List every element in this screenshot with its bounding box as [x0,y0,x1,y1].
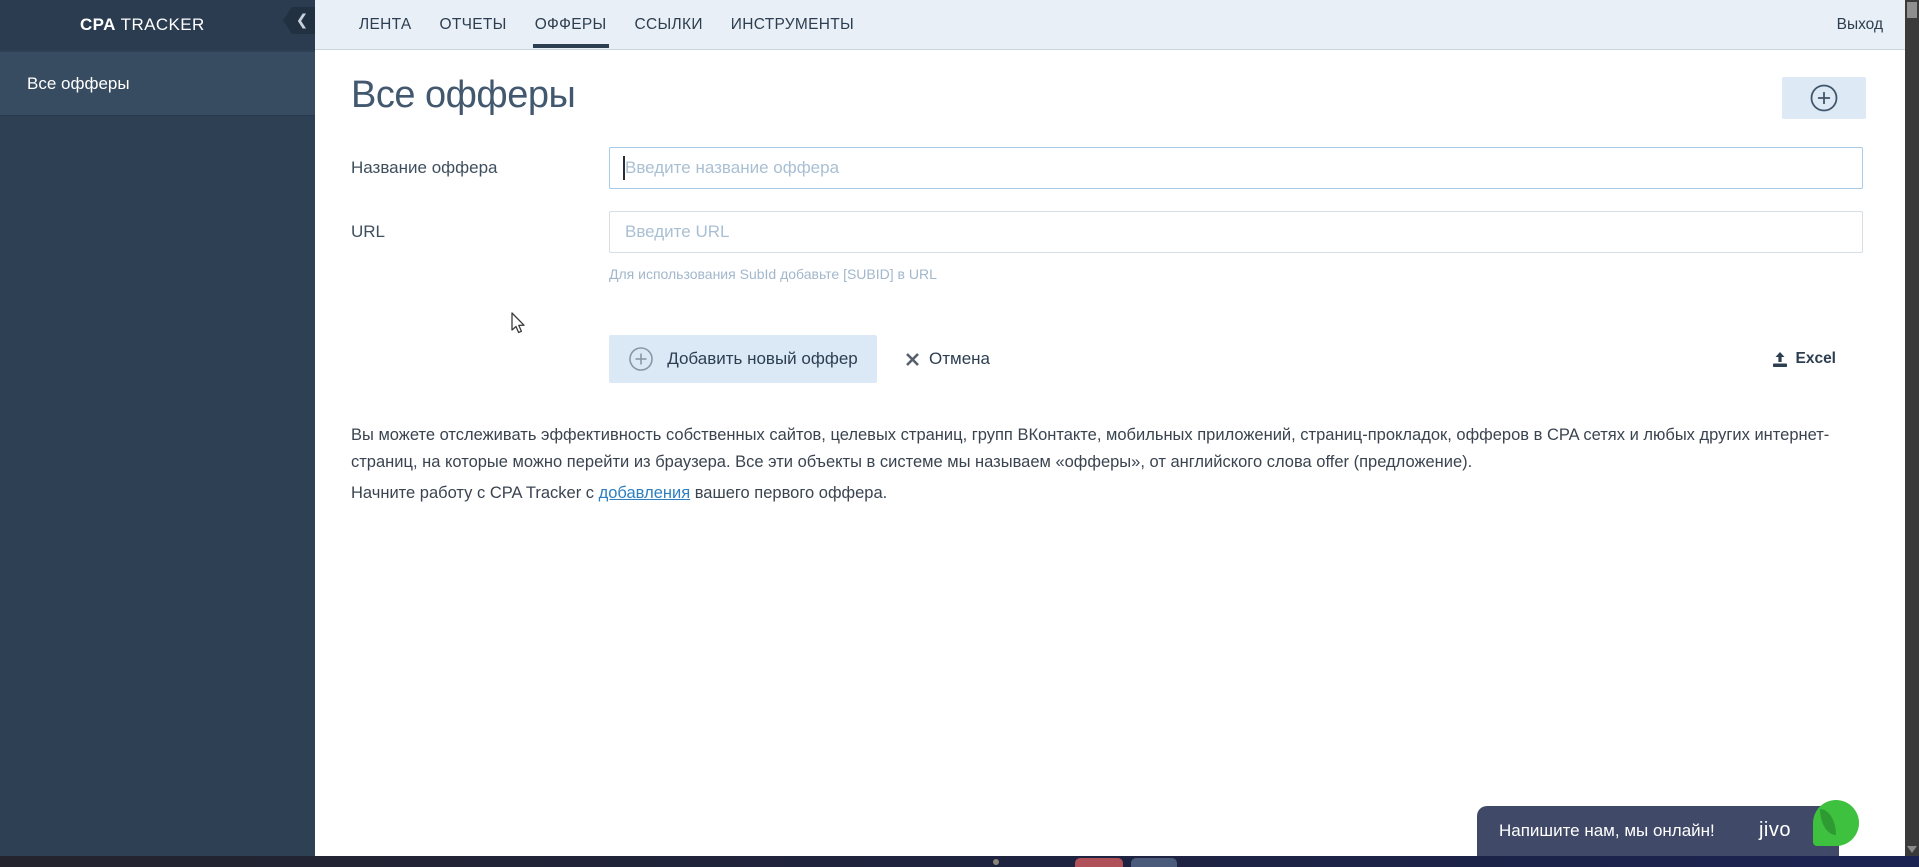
cancel-label: Отмена [929,349,990,368]
sidebar-item-label: Все офферы [27,73,130,93]
chat-message: Напишите нам, мы онлайн! [1499,821,1715,840]
scrollbar-thumb[interactable] [1907,2,1917,18]
add-new-offer-button[interactable]: Добавить новый оффер [609,335,877,383]
nav-tabs: ЛЕНТА ОТЧЕТЫ ОФФЕРЫ ССЫЛКИ ИНСТРУМЕНТЫ [345,0,868,49]
excel-label: Excel [1795,350,1836,367]
chat-widget[interactable]: Напишите нам, мы онлайн! jivo [1477,806,1839,856]
main-content: Все офферы Название оффера URL Для испол… [315,50,1905,867]
app-logo-rest: TRACKER [115,15,205,34]
app-logo: CPA TRACKER [80,15,205,35]
add-offer-toggle-button[interactable] [1782,77,1866,119]
intro-paragraph: Вы можете отслеживать эффективность собс… [351,426,1830,471]
tab-lenta[interactable]: ЛЕНТА [345,0,426,49]
add-offer-link[interactable]: добавления [599,484,691,502]
taskbar-app-red[interactable] [1075,858,1123,867]
tab-ssylki[interactable]: ССЫЛКИ [621,0,717,49]
jivo-logo: jivo [1758,819,1791,841]
tab-instrumenty[interactable]: ИНСТРУМЕНТЫ [717,0,868,49]
taskbar-dot [993,859,999,865]
page-title: Все офферы [351,74,576,116]
get-started-after: вашего первого оффера. [690,484,888,502]
url-input[interactable] [609,211,1863,253]
app-window: CPA TRACKER ❮ ЛЕНТА ОТЧЕТЫ ОФФЕРЫ ССЫЛКИ… [0,0,1919,867]
sidebar-item-all-offers[interactable]: Все офферы [0,52,315,116]
tab-offery[interactable]: ОФФЕРЫ [521,0,621,49]
top-navigation: ЛЕНТА ОТЧЕТЫ ОФФЕРЫ ССЫЛКИ ИНСТРУМЕНТЫ В… [315,0,1905,50]
upload-icon [1773,351,1788,367]
add-new-offer-label: Добавить новый оффер [667,349,858,368]
url-label: URL [351,222,386,241]
logout-link[interactable]: Выход [1837,16,1883,34]
topbar-brand-area: CPA TRACKER ❮ [0,0,315,50]
taskbar-app-blue[interactable] [1131,858,1177,867]
tab-otchety[interactable]: ОТЧЕТЫ [426,0,521,49]
taskbar [0,856,1919,867]
offer-name-label: Название оффера [351,158,498,177]
subid-hint: Для использования SubId добавьте [SUBID]… [609,266,937,282]
jivo-leaf-icon[interactable] [1813,800,1859,846]
scrollbar-down-arrow-icon[interactable] [1907,846,1917,853]
plus-circle-icon [629,347,654,371]
cancel-button[interactable]: Отмена [905,346,990,372]
text-caret [623,156,625,180]
chevron-left-icon: ❮ [295,12,309,29]
close-icon [906,352,919,366]
sidebar-collapse-button[interactable]: ❮ [283,7,315,34]
get-started-before: Начните работу с CPA Tracker с [351,484,599,502]
plus-circle-icon [1810,84,1838,112]
offer-name-field-wrap [609,147,1863,189]
app-logo-bold: CPA [80,15,116,34]
excel-export-button[interactable]: Excel [1772,348,1836,370]
url-field-wrap [609,211,1863,253]
vertical-scrollbar[interactable] [1905,0,1919,867]
get-started-paragraph: Начните работу с CPA Tracker с добавлени… [351,480,1846,507]
offer-name-input[interactable] [609,147,1863,189]
sidebar: Все офферы [0,50,315,867]
